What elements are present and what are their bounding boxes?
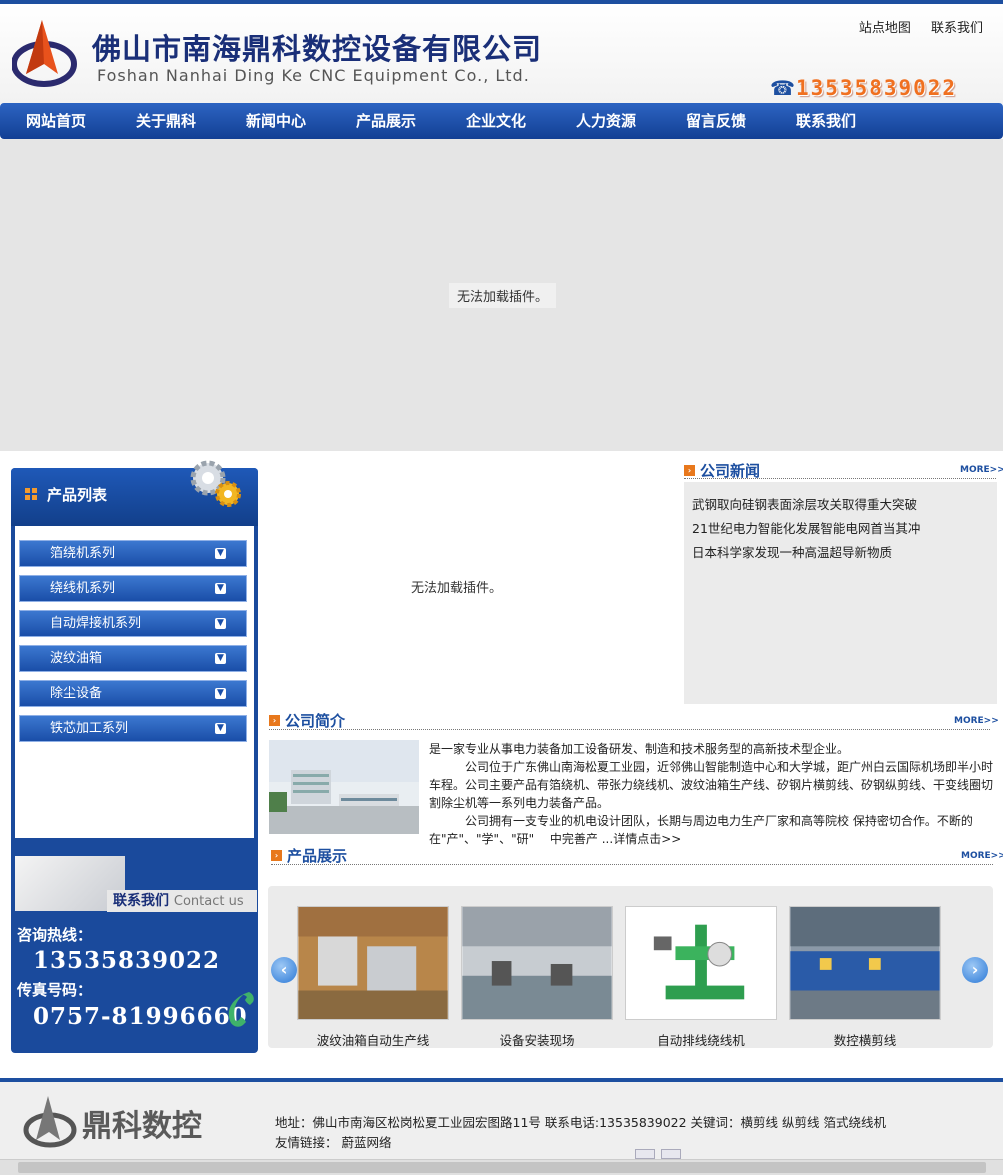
center-plugin-message: 无法加载插件。 xyxy=(411,581,503,596)
category-item[interactable]: 除尘设备 ▼ xyxy=(19,680,247,707)
intro-line: 公司位于广东佛山南海松夏工业园，近邻佛山智能制造中心和大学城，距广州白云国际机场… xyxy=(429,760,994,810)
category-label: 箔绕机系列 xyxy=(50,546,116,561)
products-more-link[interactable]: MORE>> xyxy=(961,851,1003,861)
scrollbar-thumb[interactable] xyxy=(18,1162,986,1173)
news-divider xyxy=(684,478,996,479)
category-item[interactable]: 箔绕机系列 ▼ xyxy=(19,540,247,567)
product-photo[interactable] xyxy=(789,906,941,1020)
banner-plugin-message: 无法加载插件。 xyxy=(449,283,557,308)
category-label: 除尘设备 xyxy=(50,686,103,701)
news-item[interactable]: 21世纪电力智能化发展智能电网首当其冲 xyxy=(692,518,920,537)
category-item[interactable]: 波纹油箱 ▼ xyxy=(19,645,247,672)
product-caption[interactable]: 数控横剪线 xyxy=(789,1030,941,1049)
sidebar-header: 产品列表 xyxy=(11,460,258,526)
product-photo[interactable] xyxy=(625,906,777,1020)
category-label: 铁芯加工系列 xyxy=(50,721,129,736)
main-nav: 网站首页 关于鼎科 新闻中心 产品展示 企业文化 人力资源 留言反馈 联系我们 xyxy=(0,103,1003,139)
hotline-label: 咨询热线： xyxy=(17,926,93,944)
carousel-prev-button[interactable]: ‹ xyxy=(271,957,297,983)
arrow-down-icon: ▼ xyxy=(215,548,226,559)
badge-icon[interactable] xyxy=(635,1149,655,1159)
friend-links-label: 友情链接： xyxy=(275,1135,338,1150)
site-header: 佛山市南海鼎科数控设备有限公司 Foshan Nanhai Ding Ke CN… xyxy=(0,4,1003,104)
friend-link[interactable]: 蔚蓝网络 xyxy=(342,1135,392,1150)
news-box: 武钢取向硅钢表面涂层攻关取得重大突破 21世纪电力智能化发展智能电网首当其冲 日… xyxy=(684,482,997,704)
arrow-down-icon: ▼ xyxy=(215,723,226,734)
hotline-number: 13535839022 xyxy=(33,947,221,974)
product-carousel: ‹ › 波纹油箱自动生产线 设备安装现场 自动排线绕线机 数控横剪线 xyxy=(268,886,993,1048)
footer-links: 友情链接： 蔚蓝网络 xyxy=(275,1132,392,1151)
telephone-icon: ☎ xyxy=(770,76,795,100)
intro-line[interactable]: 公司拥有一支专业的机电设计团队，长期与周边电力生产厂家和高等院校 保持密切合作。… xyxy=(429,812,995,848)
products-title: 产品展示 xyxy=(287,847,348,865)
news-item[interactable]: 日本科学家发现一种高温超导新物质 xyxy=(692,542,892,561)
company-name-en: Foshan Nanhai Ding Ke CNC Equipment Co.,… xyxy=(97,66,530,85)
horizontal-scrollbar[interactable] xyxy=(0,1159,1003,1175)
nav-products[interactable]: 产品展示 xyxy=(331,103,441,139)
nav-hr[interactable]: 人力资源 xyxy=(551,103,661,139)
product-photo[interactable] xyxy=(297,906,449,1020)
badge-icon[interactable] xyxy=(661,1149,681,1159)
product-caption[interactable]: 波纹油箱自动生产线 xyxy=(297,1030,449,1049)
top-links: 站点地图 联系我们 xyxy=(843,17,983,36)
nav-about[interactable]: 关于鼎科 xyxy=(111,103,221,139)
intro-text: 是一家专业从事电力装备加工设备研发、制造和技术服务型的高新技术型企业。 公司位于… xyxy=(429,740,995,848)
arrow-right-icon: › xyxy=(684,465,695,476)
sidebar: 产品列表 箔绕机系列 ▼ 绕线机系列 ▼ 自动焊接机系列 ▼ 波纹油箱 ▼ 除尘设备 ▼ … xyxy=(11,460,258,1053)
arrow-right-icon: › xyxy=(269,715,280,726)
sidebar-title: 产品列表 xyxy=(47,486,108,504)
footer-badges xyxy=(635,1149,681,1159)
intro-divider xyxy=(269,729,990,730)
contact-label: 联系我们 Contact us xyxy=(107,890,257,912)
header-phone-number: 13535839022 xyxy=(796,76,958,100)
nav-culture[interactable]: 企业文化 xyxy=(441,103,551,139)
sitemap-link[interactable]: 站点地图 xyxy=(859,21,911,36)
arrow-down-icon: ▼ xyxy=(215,653,226,664)
products-section-title: › 产品展示 xyxy=(271,845,347,866)
category-label: 自动焊接机系列 xyxy=(50,616,142,631)
news-more-link[interactable]: MORE>> xyxy=(960,465,1003,475)
nav-home[interactable]: 网站首页 xyxy=(1,103,111,139)
arrow-down-icon: ▼ xyxy=(215,618,226,629)
banner-plugin-area: 无法加载插件。 xyxy=(0,139,1003,451)
arrow-right-icon: › xyxy=(271,850,282,861)
contact-label-en: Contact us xyxy=(173,894,244,909)
carousel-next-button[interactable]: › xyxy=(962,957,988,983)
news-item[interactable]: 武钢取向硅钢表面涂层攻关取得重大突破 xyxy=(692,494,917,513)
footer-address: 地址：佛山市南海区松岗松夏工业园宏图路11号 联系电话:13535839022 … xyxy=(275,1115,886,1130)
contact-banner: 联系我们 Contact us xyxy=(15,856,257,916)
footer-logo: 鼎科数控 xyxy=(23,1096,202,1148)
intro-title: 公司简介 xyxy=(285,712,346,730)
factory-photo xyxy=(269,740,419,834)
fax-number: 0757-81996660 xyxy=(33,1003,248,1030)
nav-feedback[interactable]: 留言反馈 xyxy=(661,103,771,139)
intro-more-link[interactable]: MORE>> xyxy=(954,716,999,726)
company-name-cn: 佛山市南海鼎科数控设备有限公司 xyxy=(92,32,543,66)
gears-icon xyxy=(190,460,241,507)
arrow-down-icon: ▼ xyxy=(215,688,226,699)
category-label: 波纹油箱 xyxy=(50,651,103,666)
arrow-down-icon: ▼ xyxy=(215,583,226,594)
category-label: 绕线机系列 xyxy=(50,581,116,596)
products-divider xyxy=(271,864,993,865)
grid-icon xyxy=(25,488,37,500)
nav-contact[interactable]: 联系我们 xyxy=(771,103,881,139)
product-photo[interactable] xyxy=(461,906,613,1020)
category-item[interactable]: 铁芯加工系列 ▼ xyxy=(19,715,247,742)
product-category-list: 箔绕机系列 ▼ 绕线机系列 ▼ 自动焊接机系列 ▼ 波纹油箱 ▼ 除尘设备 ▼ 铁芯加工系… xyxy=(15,526,254,838)
product-caption[interactable]: 自动排线绕线机 xyxy=(625,1030,777,1049)
product-caption[interactable]: 设备安装现场 xyxy=(461,1030,613,1049)
contact-link[interactable]: 联系我们 xyxy=(931,21,983,36)
intro-section-title: › 公司简介 xyxy=(269,710,345,731)
fax-label: 传真号码： xyxy=(17,981,93,999)
contact-label-cn: 联系我们 xyxy=(113,893,169,909)
phone-handset-icon xyxy=(228,992,254,1027)
footer-logo-text: 鼎科数控 xyxy=(82,1109,202,1144)
category-item[interactable]: 自动焊接机系列 ▼ xyxy=(19,610,247,637)
company-logo[interactable] xyxy=(12,18,82,92)
header-phone: ☎ 13535839022 xyxy=(770,76,957,100)
intro-line: 是一家专业从事电力装备加工设备研发、制造和技术服务型的高新技术型企业。 xyxy=(429,742,850,756)
nav-news[interactable]: 新闻中心 xyxy=(221,103,331,139)
category-item[interactable]: 绕线机系列 ▼ xyxy=(19,575,247,602)
